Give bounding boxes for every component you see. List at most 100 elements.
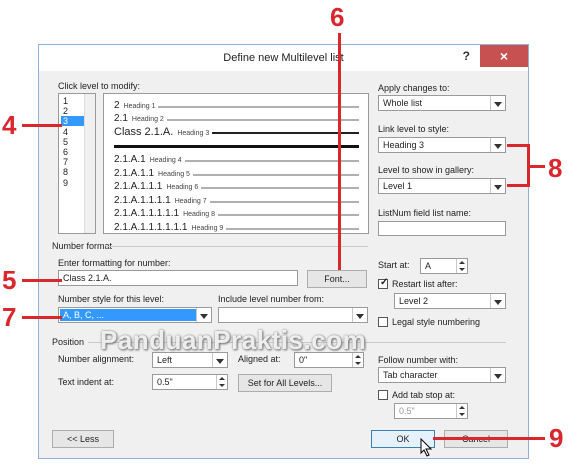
indent-spinner[interactable]: 0.5" bbox=[152, 374, 228, 390]
number-style-select[interactable]: A, B, C, ... bbox=[58, 307, 212, 323]
preview-number: Class 2.1.A. bbox=[114, 126, 174, 138]
spinner-arrows-icon[interactable] bbox=[216, 375, 227, 389]
level-listbox[interactable]: 123456789 bbox=[58, 93, 96, 234]
follow-number-value: Tab character bbox=[383, 370, 438, 380]
preview-row: Class 2.1.A. Heading 3 bbox=[114, 126, 209, 138]
follow-number-select[interactable]: Tab character bbox=[378, 367, 506, 383]
preview-number: 2.1.A.1.1.1.1 bbox=[114, 194, 171, 206]
title-bar: Define new Multilevel list ? × bbox=[39, 45, 528, 71]
preview-row: 2.1 Heading 2 bbox=[114, 113, 164, 124]
restart-level-value: Level 2 bbox=[399, 296, 429, 306]
formatting-input[interactable]: Class 2.1.A. bbox=[58, 270, 298, 286]
level-label: Click level to modify: bbox=[58, 81, 141, 91]
preview-heading: Heading 3 bbox=[177, 130, 210, 137]
preview-row: 2.1.A.1.1 Heading 5 bbox=[114, 168, 190, 179]
apply-changes-value: Whole list bbox=[383, 98, 423, 108]
preview-line bbox=[210, 200, 359, 203]
dialog-title: Define new Multilevel list bbox=[223, 52, 344, 64]
callout-8-line-join bbox=[527, 165, 545, 168]
chevron-down-icon[interactable] bbox=[490, 294, 505, 308]
preview-line bbox=[167, 119, 359, 121]
preview-number: 2.1.A.1.1.1.1.1.1 bbox=[114, 221, 188, 233]
level-item[interactable]: 5 bbox=[61, 137, 85, 147]
number-style-value: A, B, C, ... bbox=[63, 310, 105, 320]
preview-number: 2.1 bbox=[114, 113, 128, 124]
spinner-arrows-icon[interactable] bbox=[456, 259, 467, 273]
section-divider bbox=[106, 246, 368, 247]
preview-heading: Heading 6 bbox=[166, 184, 199, 191]
level-item[interactable]: 1 bbox=[61, 96, 85, 106]
spinner-arrows-icon[interactable] bbox=[456, 404, 467, 418]
legal-checkbox[interactable] bbox=[378, 317, 388, 327]
preview-heading: Heading 8 bbox=[183, 211, 215, 218]
chevron-down-icon[interactable] bbox=[490, 96, 505, 110]
level-item[interactable]: 2 bbox=[61, 106, 85, 116]
apply-changes-select[interactable]: Whole list bbox=[378, 95, 506, 111]
preview-row: 2.1.A.1.1.1.1.1.1 Heading 9 bbox=[114, 222, 223, 233]
level-scrollbar[interactable] bbox=[84, 94, 95, 233]
callout-6-line bbox=[338, 33, 341, 270]
callout-5-line bbox=[22, 279, 62, 282]
alignment-value: Left bbox=[157, 355, 173, 365]
callout-5: 5 bbox=[2, 265, 17, 295]
level-item[interactable]: 6 bbox=[61, 147, 85, 157]
gallery-level-select[interactable]: Level 1 bbox=[378, 178, 506, 194]
include-level-select[interactable] bbox=[218, 307, 368, 323]
indent-label: Text indent at: bbox=[58, 377, 115, 387]
number-format-section-label: Number format bbox=[52, 241, 113, 251]
less-button[interactable]: << Less bbox=[52, 430, 114, 448]
link-level-select[interactable]: Heading 3 bbox=[378, 137, 506, 153]
chevron-down-icon[interactable] bbox=[490, 138, 505, 152]
start-at-label: Start at: bbox=[378, 260, 410, 270]
restart-level-select[interactable]: Level 2 bbox=[394, 293, 506, 309]
listnum-label: ListNum field list name: bbox=[378, 208, 472, 218]
number-style-label: Number style for this level: bbox=[58, 294, 165, 304]
level-item[interactable]: 3 bbox=[61, 116, 85, 127]
legal-label: Legal style numbering bbox=[392, 317, 481, 327]
listnum-input[interactable] bbox=[378, 221, 506, 236]
link-level-value: Heading 3 bbox=[383, 140, 425, 150]
callout-9-line bbox=[433, 437, 545, 440]
callout-4: 4 bbox=[2, 110, 17, 140]
preview-line bbox=[193, 173, 359, 176]
level-item[interactable]: 7 bbox=[61, 157, 85, 167]
level-item[interactable]: 8 bbox=[61, 167, 85, 177]
chevron-down-icon[interactable] bbox=[352, 308, 367, 322]
preview-area: 2 Heading 1 2.1 Heading 2 Class 2.1.A. Headin… bbox=[103, 93, 369, 234]
set-all-levels-button[interactable]: Set for All Levels... bbox=[238, 374, 332, 392]
preview-heading: Heading 1 bbox=[123, 103, 156, 110]
level-item[interactable]: 4 bbox=[61, 127, 85, 137]
follow-number-label: Follow number with: bbox=[378, 355, 459, 365]
callout-7: 7 bbox=[2, 302, 17, 332]
aligned-at-value: 0" bbox=[299, 355, 308, 365]
chevron-down-icon[interactable] bbox=[196, 308, 211, 322]
preview-row: 2.1.A.1.1.1.1 Heading 7 bbox=[114, 195, 207, 206]
add-tab-value: 0.5" bbox=[399, 406, 415, 416]
callout-7-line bbox=[22, 316, 62, 319]
link-level-label: Link level to style: bbox=[378, 124, 450, 134]
preview-line bbox=[201, 187, 359, 189]
preview-line bbox=[212, 132, 359, 134]
restart-checkbox[interactable]: ✓ bbox=[378, 277, 388, 289]
preview-row: 2.1.A.1.1.1 Heading 6 bbox=[114, 181, 198, 192]
chevron-down-icon[interactable] bbox=[490, 368, 505, 382]
preview-row: 2.1.A.1 Heading 4 bbox=[114, 154, 182, 165]
position-section-label: Position bbox=[52, 337, 85, 347]
close-button[interactable]: × bbox=[480, 45, 528, 67]
help-icon[interactable]: ? bbox=[463, 49, 470, 63]
add-tab-checkbox[interactable] bbox=[378, 390, 388, 400]
restart-label: Restart list after: bbox=[392, 279, 458, 289]
preview-line bbox=[185, 160, 359, 162]
add-tab-spinner[interactable]: 0.5" bbox=[394, 403, 468, 419]
font-button[interactable]: Font... bbox=[307, 270, 367, 288]
preview-heading: Heading 4 bbox=[149, 157, 182, 164]
preview-heading: Heading 2 bbox=[131, 116, 164, 123]
gallery-level-label: Level to show in gallery: bbox=[378, 165, 475, 175]
chevron-down-icon[interactable] bbox=[490, 179, 505, 193]
preview-number: 2.1.A.1 bbox=[114, 154, 146, 165]
preview-selected-line bbox=[114, 145, 359, 148]
preview-number: 2.1.A.1.1.1.1.1 bbox=[114, 208, 180, 219]
level-item[interactable]: 9 bbox=[61, 178, 85, 188]
start-at-spinner[interactable]: A bbox=[420, 258, 468, 274]
preview-heading: Heading 7 bbox=[174, 197, 207, 205]
